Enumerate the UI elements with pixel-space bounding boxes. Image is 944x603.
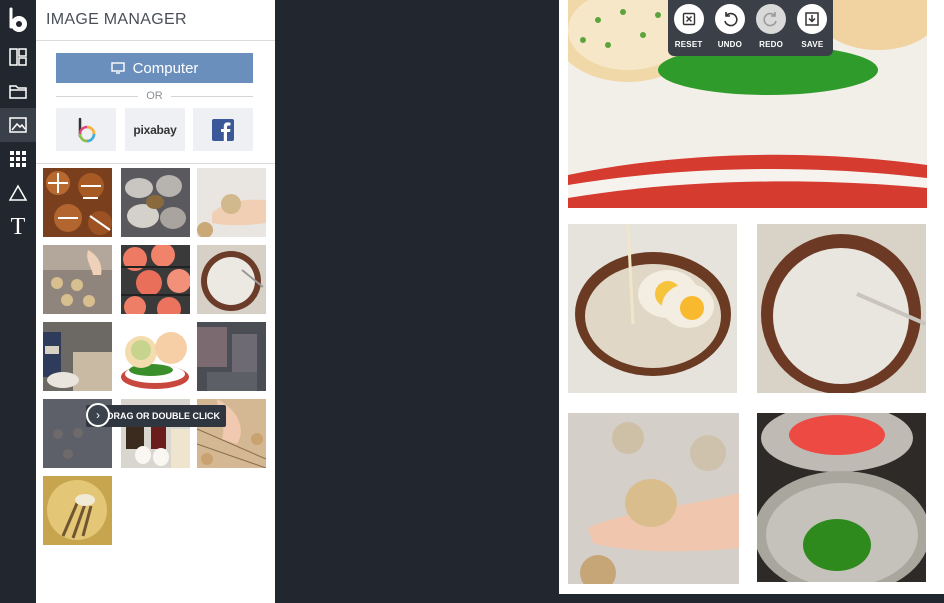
divider (36, 40, 275, 41)
reset-icon (673, 4, 704, 34)
upload-computer-button[interactable]: Computer (56, 53, 253, 83)
monitor-icon (110, 62, 125, 74)
thumbnail-sprinkle-cookies[interactable] (121, 322, 190, 391)
undo-label: UNDO (717, 40, 743, 49)
redo-icon (756, 4, 787, 34)
folder-icon[interactable] (0, 74, 36, 108)
thumbnail-pink-cookies[interactable] (121, 245, 190, 314)
reset-label: RESET (674, 40, 703, 49)
image-manager-panel: IMAGE MANAGER Computer OR pixabay DRAG O… (36, 0, 275, 603)
thumbnail-hand-dough[interactable] (197, 168, 266, 237)
text-tool-glyph: T (10, 214, 26, 240)
photo-sprinkle-bowls[interactable] (757, 413, 926, 582)
source-facebook[interactable] (193, 108, 253, 151)
tooltip-chevron-icon: › (86, 403, 110, 427)
facebook-icon (212, 118, 234, 141)
thumbnail-baking-tray[interactable] (43, 245, 112, 314)
redo-label: REDO (759, 40, 784, 49)
source-befunky[interactable] (56, 108, 116, 151)
redo-button[interactable]: REDO (752, 4, 790, 49)
photo-eggs-bowl[interactable] (568, 224, 737, 393)
save-label: SAVE (801, 40, 824, 49)
grid-icon[interactable] (0, 142, 36, 176)
undo-button[interactable]: UNDO (711, 4, 749, 49)
computer-button-label: Computer (132, 59, 199, 77)
or-text: OR (146, 90, 163, 102)
thumbnail-kitchen[interactable] (43, 322, 112, 391)
photo-flour-bowl[interactable] (757, 224, 926, 393)
app-window: T IMAGE MANAGER Computer OR pixabay DRAG… (0, 0, 944, 603)
undo-icon (714, 4, 745, 34)
photo-hand-dough-ball[interactable] (568, 413, 739, 584)
befunky-logo-icon (78, 117, 96, 142)
panel-title: IMAGE MANAGER (46, 11, 187, 28)
image-icon[interactable] (0, 108, 36, 142)
divider (36, 163, 275, 164)
reset-button[interactable]: RESET (670, 4, 708, 49)
or-divider: OR (56, 89, 253, 103)
thumbnail-whisk[interactable] (43, 476, 112, 545)
edit-toolbar: RESET UNDO REDO SAVE (668, 0, 833, 56)
thumbnail-flour-bowl[interactable] (197, 245, 266, 314)
thumbnail-pantry[interactable] (197, 322, 266, 391)
save-icon (797, 4, 828, 34)
pixabay-label: pixabay (133, 122, 177, 137)
text-icon[interactable]: T (0, 210, 36, 244)
source-pixabay[interactable]: pixabay (125, 108, 185, 151)
left-toolbar: T (0, 0, 36, 603)
layout-icon[interactable] (0, 40, 36, 74)
tooltip-text: DRAG OR DOUBLE CLICK (107, 411, 220, 421)
shape-icon[interactable] (0, 176, 36, 210)
thumbnail-silver-cookies[interactable] (121, 168, 190, 237)
thumbnail-gingerbread[interactable] (43, 168, 112, 237)
save-button[interactable]: SAVE (793, 4, 831, 49)
collage-canvas[interactable] (559, 0, 944, 594)
logo-icon[interactable] (0, 3, 36, 37)
